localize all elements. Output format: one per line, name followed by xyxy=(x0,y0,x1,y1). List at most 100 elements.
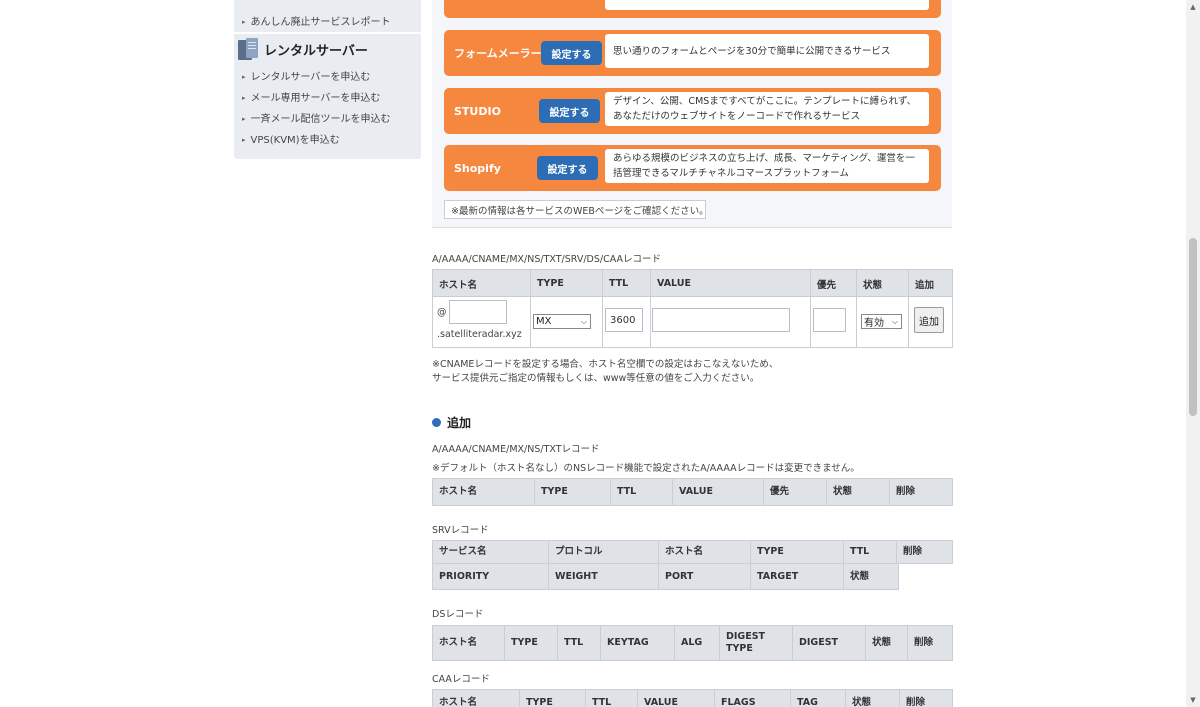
bullet-icon xyxy=(432,418,441,427)
header-type: TYPE xyxy=(530,270,602,297)
panel-divider xyxy=(432,227,952,228)
srv-caption: SRVレコード xyxy=(432,525,489,536)
caa-table-header: ホスト名 TYPE TTL VALUE FLAGS TAG 状態 削除 xyxy=(432,689,953,707)
add-record-button[interactable]: 追加 xyxy=(914,307,944,333)
service-description: デザイン、公開、CMSまですべてがここに。テンプレートに縛られず、あなただけのウ… xyxy=(605,92,929,126)
header-value: VALUE xyxy=(650,270,810,297)
scroll-up-arrow-icon[interactable]: ▲ xyxy=(1186,0,1200,14)
ds-header-digest-type: DIGEST TYPE xyxy=(719,626,789,660)
srv-header-service: サービス名 xyxy=(439,546,487,557)
service-name: フォームメーラー xyxy=(454,47,542,60)
service-description: 思い通りのフォームとページを30分で簡単に公開できるサービス xyxy=(605,34,929,68)
caa-header-value: VALUE xyxy=(637,690,678,707)
ds-header-ttl: TTL xyxy=(557,626,583,660)
chevron-down-icon: ⌵ xyxy=(580,317,587,326)
record-form-caption: A/AAAA/CNAME/MX/NS/TXT/SRV/DS/CAAレコード xyxy=(432,254,661,265)
srv-header-status: 状態 xyxy=(843,564,869,589)
caa-caption: CAAレコード xyxy=(432,674,490,685)
sidebar-item-rental-server[interactable]: レンタルサーバーを申込む xyxy=(242,68,371,83)
service-desc-partial xyxy=(605,0,929,10)
a-record-caption: A/AAAA/CNAME/MX/NS/TXTレコード xyxy=(432,444,600,455)
srv-table-header-row1: サービス名 プロトコル ホスト名 TYPE TTL 削除 xyxy=(432,540,953,564)
host-name-input[interactable] xyxy=(449,300,507,324)
srv-header-protocol: プロトコル xyxy=(548,541,603,563)
page-scrollbar[interactable]: ▲ ▼ xyxy=(1186,0,1200,707)
value-input[interactable] xyxy=(652,308,790,332)
a-header-host: ホスト名 xyxy=(439,486,478,497)
server-icon xyxy=(238,38,258,60)
service-description: あらゆる規模のビジネスの立ち上げ、成長、マーケティング、運営を一括管理できるマル… xyxy=(605,149,929,183)
scroll-down-arrow-icon[interactable]: ▼ xyxy=(1186,693,1200,707)
ds-caption: DSレコード xyxy=(432,609,484,620)
header-priority: 優先 xyxy=(810,270,856,297)
host-at-sign: @ xyxy=(437,307,447,318)
priority-input[interactable] xyxy=(813,308,846,332)
sidebar-item-bulk-mail[interactable]: 一斉メール配信ツールを申込む xyxy=(242,110,391,125)
service-card-studio: STUDIO 設定する デザイン、公開、CMSまですべてがここに。テンプレートに… xyxy=(444,88,941,134)
srv-table-header-row2: PRIORITY WEIGHT PORT TARGET 状態 xyxy=(432,563,899,590)
header-ttl: TTL xyxy=(602,270,650,297)
formmailer-setup-button[interactable]: 設定する xyxy=(541,41,602,65)
chevron-down-icon: ⌵ xyxy=(891,317,898,326)
record-form-header: ホスト名 TYPE TTL VALUE 優先 状態 追加 xyxy=(433,270,952,297)
ds-header-status: 状態 xyxy=(865,626,891,660)
caa-header-type: TYPE xyxy=(519,690,553,707)
service-card-shopify: Shopify 設定する あらゆる規模のビジネスの立ち上げ、成長、マーケティング… xyxy=(444,145,941,191)
caa-header-flags: FLAGS xyxy=(714,690,756,707)
a-header-ttl: TTL xyxy=(610,479,636,505)
ds-header-host: ホスト名 xyxy=(439,637,478,648)
ttl-input[interactable] xyxy=(605,308,643,332)
sidebar: あんしん廃止サービスレポート レンタルサーバー レンタルサーバーを申込む メール… xyxy=(234,0,421,159)
caa-header-ttl: TTL xyxy=(585,690,611,707)
sidebar-heading: レンタルサーバー xyxy=(238,38,368,60)
ds-header-digest: DIGEST xyxy=(792,626,838,660)
srv-header-host: ホスト名 xyxy=(658,541,703,563)
sidebar-divider xyxy=(234,32,421,34)
srv-header-target: TARGET xyxy=(750,564,798,589)
type-select-value: MX xyxy=(536,316,552,327)
header-status: 状態 xyxy=(856,270,908,297)
a-header-delete: 削除 xyxy=(889,479,915,505)
service-note: ※最新の情報は各サービスのWEBページをご確認ください。 xyxy=(444,200,709,219)
caa-header-tag: TAG xyxy=(790,690,818,707)
a-header-value: VALUE xyxy=(672,479,713,505)
studio-setup-button[interactable]: 設定する xyxy=(539,99,600,123)
a-record-note: ※デフォルト（ホスト名なし）のNSレコード機能で設定されたA/AAAAレコードは… xyxy=(432,463,860,474)
service-name: Shopify xyxy=(454,161,501,175)
add-section-title-text: 追加 xyxy=(447,416,472,430)
sidebar-heading-text: レンタルサーバー xyxy=(264,43,368,59)
sidebar-item-shutdown-report[interactable]: あんしん廃止サービスレポート xyxy=(242,13,391,28)
service-name: STUDIO xyxy=(454,104,501,118)
sidebar-item-vps[interactable]: VPS(KVM)を申込む xyxy=(242,131,340,146)
status-select-value: 有効 xyxy=(864,318,884,329)
srv-header-delete: 削除 xyxy=(896,541,922,563)
cname-note-1: ※CNAMEレコードを設定する場合、ホスト名空欄での設定はおこなえないため、 xyxy=(432,359,779,370)
type-select[interactable]: MX ⌵ xyxy=(533,314,591,329)
a-header-status: 状態 xyxy=(826,479,852,505)
ds-header-keytag: KEYTAG xyxy=(600,626,649,660)
srv-header-port: PORT xyxy=(658,564,693,589)
srv-header-weight: WEIGHT xyxy=(548,564,598,589)
ds-header-type: TYPE xyxy=(504,626,538,660)
caa-header-delete: 削除 xyxy=(899,690,925,707)
ds-table-header: ホスト名 TYPE TTL KEYTAG ALG DIGEST TYPE DIG… xyxy=(432,625,953,661)
caa-header-host: ホスト名 xyxy=(439,697,478,707)
ds-header-alg: ALG xyxy=(674,626,702,660)
service-card-partial xyxy=(444,0,941,18)
a-record-table-header: ホスト名 TYPE TTL VALUE 優先 状態 削除 xyxy=(432,478,953,506)
srv-header-ttl: TTL xyxy=(843,541,869,563)
a-header-type: TYPE xyxy=(534,479,568,505)
sidebar-item-mail-server[interactable]: メール専用サーバーを申込む xyxy=(242,89,381,104)
service-card-formmailer: フォームメーラー 設定する 思い通りのフォームとページを30分で簡単に公開できる… xyxy=(444,30,941,76)
srv-header-priority: PRIORITY xyxy=(439,570,490,582)
a-header-priority: 優先 xyxy=(763,479,789,505)
header-host: ホスト名 xyxy=(439,279,478,291)
status-select[interactable]: 有効 ⌵ xyxy=(861,314,902,329)
caa-header-status: 状態 xyxy=(845,690,871,707)
ds-header-delete: 削除 xyxy=(907,626,933,660)
shopify-setup-button[interactable]: 設定する xyxy=(537,156,598,180)
scrollbar-thumb[interactable] xyxy=(1189,238,1197,416)
header-add: 追加 xyxy=(908,270,953,297)
cname-note-2: サービス提供元ご指定の情報もしくは、www等任意の値をご入力ください。 xyxy=(432,373,760,384)
domain-suffix: .satelliteradar.xyz xyxy=(437,329,522,340)
